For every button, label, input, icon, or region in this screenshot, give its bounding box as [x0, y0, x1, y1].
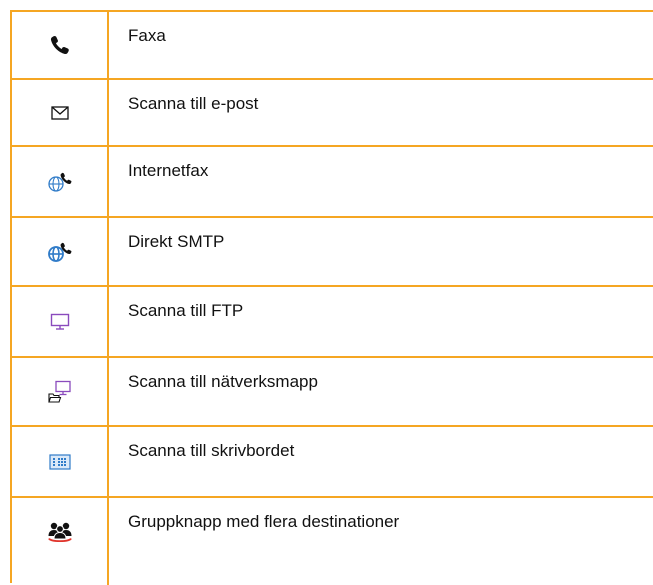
- icon-cell: [12, 218, 109, 285]
- row-label: Scanna till nätverksmapp: [128, 372, 318, 391]
- monitor-icon: [50, 313, 70, 331]
- row-label: Gruppknapp med flera destinationer: [128, 512, 400, 531]
- row-label: Scanna till FTP: [128, 301, 244, 320]
- row-label: Scanna till e-post: [128, 94, 259, 113]
- icon-cell: [12, 287, 109, 356]
- monitor-folder-icon: [47, 380, 73, 404]
- row-label: Faxa: [128, 26, 166, 45]
- icon-cell: [12, 358, 109, 425]
- table-row: Faxa: [12, 12, 653, 80]
- desktop-grid-icon: [48, 453, 71, 471]
- table-row: Scanna till nätverksmapp: [12, 358, 653, 427]
- table-row: Scanna till e-post: [12, 80, 653, 147]
- destination-icon-table: Faxa Scanna till e-post Internetfax Dire…: [10, 10, 653, 585]
- table-row: Gruppknapp med flera destinationer: [12, 498, 653, 585]
- icon-cell: [12, 498, 109, 585]
- table-row: Scanna till skrivbordet: [12, 427, 653, 498]
- table-row: Scanna till FTP: [12, 287, 653, 358]
- globe-phone-icon: [47, 171, 73, 193]
- table-row: Direkt SMTP: [12, 218, 653, 287]
- icon-cell: [12, 427, 109, 496]
- envelope-icon: [50, 105, 69, 120]
- icon-cell: [12, 80, 109, 145]
- icon-cell: [12, 147, 109, 216]
- phone-icon: [49, 34, 71, 56]
- row-label: Scanna till skrivbordet: [128, 441, 295, 460]
- row-label: Direkt SMTP: [128, 232, 225, 251]
- group-icon: [47, 520, 73, 544]
- icon-cell: [12, 12, 109, 78]
- table-row: Internetfax: [12, 147, 653, 218]
- globe-phone-bold-icon: [47, 241, 73, 263]
- row-label: Internetfax: [128, 161, 209, 180]
